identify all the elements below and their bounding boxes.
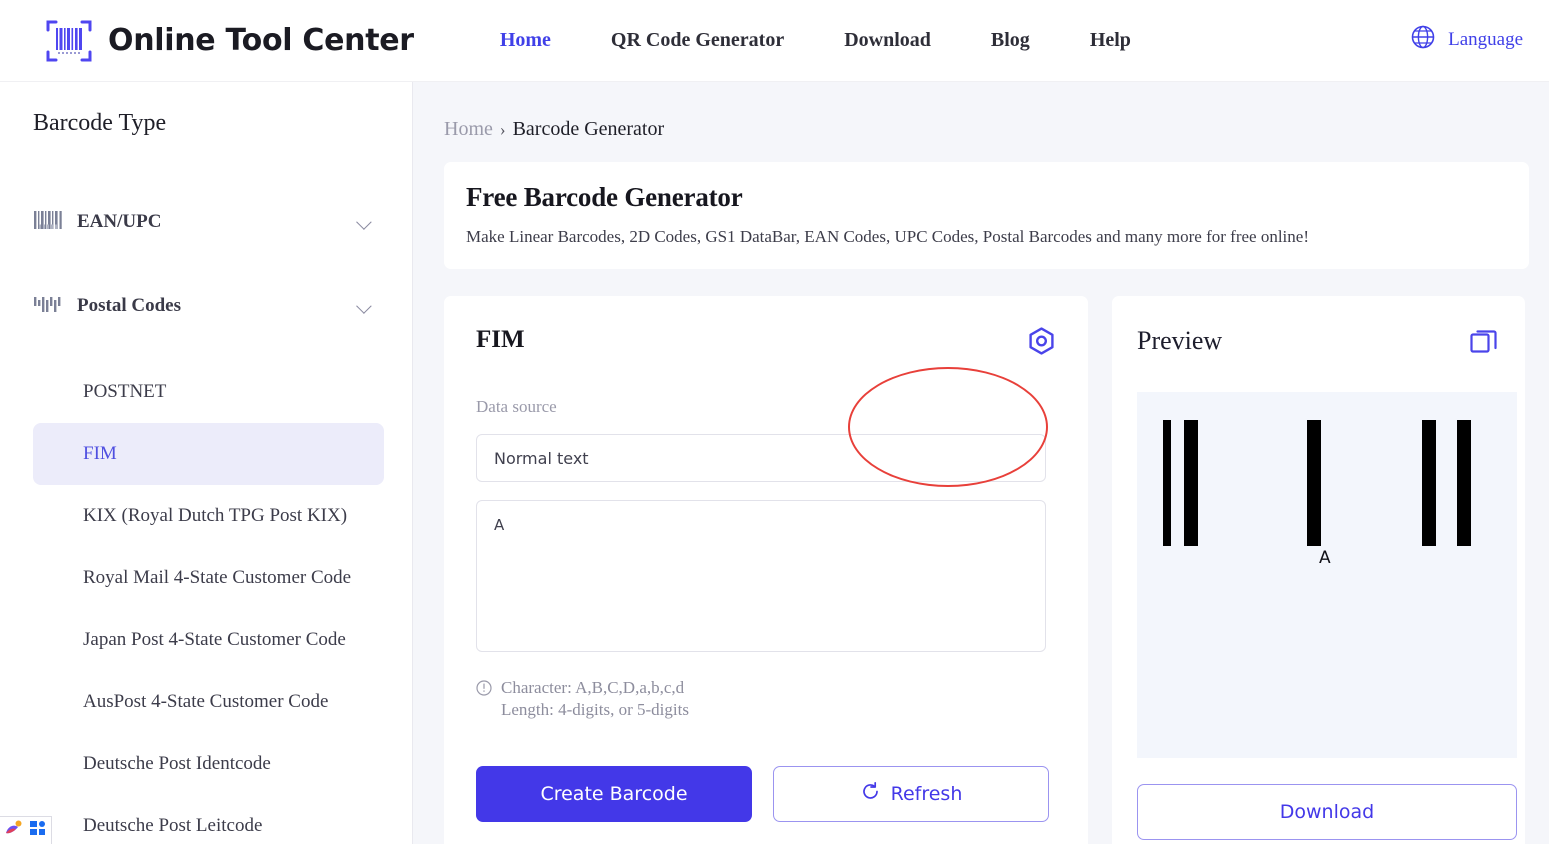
sidebar: Barcode Type EAN/UPC Postal Codes POSTNE… xyxy=(0,82,413,844)
download-button[interactable]: Download xyxy=(1137,784,1517,840)
sidebar-item-fim[interactable]: FIM xyxy=(33,423,384,485)
chevron-down-icon[interactable] xyxy=(356,298,372,314)
sidebar-category-label: Postal Codes xyxy=(77,295,181,316)
refresh-button[interactable]: Refresh xyxy=(773,765,1049,822)
globe-icon xyxy=(1410,24,1436,55)
barcode-4state-icon xyxy=(33,293,63,319)
refresh-icon xyxy=(860,781,881,807)
generator-panel-header: FIM xyxy=(476,326,1058,364)
hexagon-settings-icon[interactable] xyxy=(1025,326,1058,364)
copy-icon[interactable] xyxy=(1468,326,1500,363)
barcode-data-input[interactable]: A xyxy=(476,500,1046,652)
action-buttons: Create Barcode Refresh xyxy=(476,765,1058,822)
barcode-scan-icon xyxy=(44,16,94,66)
barcode-bar xyxy=(1184,420,1198,546)
create-barcode-button[interactable]: Create Barcode xyxy=(476,765,752,822)
nav-item-blog[interactable]: Blog xyxy=(991,29,1030,52)
barcode-bar xyxy=(1457,420,1471,546)
page-subtitle: Make Linear Barcodes, 2D Codes, GS1 Data… xyxy=(466,227,1309,246)
site-header: Online Tool Center Home QR Code Generato… xyxy=(0,0,1549,82)
logo-text: Online Tool Center xyxy=(108,23,414,58)
sidebar-title: Barcode Type xyxy=(33,110,167,136)
page-title: Free Barcode Generator xyxy=(466,182,743,212)
breadcrumb-current: Barcode Generator xyxy=(512,118,665,140)
logo[interactable]: Online Tool Center xyxy=(44,16,414,66)
sidebar-item-royal-mail[interactable]: Royal Mail 4-State Customer Code xyxy=(33,547,384,609)
data-source-label: Data source xyxy=(476,397,557,416)
barcode-bar xyxy=(1163,420,1171,546)
hint-line-length: Length: 4-digits, or 5-digits xyxy=(501,700,689,720)
extension-grid-icon xyxy=(29,819,47,842)
page-title-card: Free Barcode Generator Make Linear Barco… xyxy=(444,162,1529,269)
data-source-value: Normal text xyxy=(494,448,589,468)
generator-title: FIM xyxy=(476,326,525,353)
breadcrumb-home[interactable]: Home xyxy=(444,118,493,141)
sidebar-item-japan-post[interactable]: Japan Post 4-State Customer Code xyxy=(33,609,384,671)
sidebar-item-deutsche-post-leitcode[interactable]: Deutsche Post Leitcode xyxy=(33,795,384,844)
refresh-label: Refresh xyxy=(890,782,963,805)
nav-item-help[interactable]: Help xyxy=(1090,29,1131,52)
language-switcher[interactable]: Language xyxy=(1410,24,1523,55)
preview-panel: Preview A Download xyxy=(1112,296,1525,844)
barcode-preview: A xyxy=(1137,392,1517,758)
input-hint: Character: A,B,C,D,a,b,c,d Length: 4-dig… xyxy=(476,677,1058,722)
input-hint-text: Character: A,B,C,D,a,b,c,d Length: 4-dig… xyxy=(501,677,689,722)
sidebar-item-postnet[interactable]: POSTNET xyxy=(33,361,384,423)
hint-line-character: Character: A,B,C,D,a,b,c,d xyxy=(501,678,685,697)
info-circle-icon xyxy=(476,680,492,701)
sidebar-category-label: EAN/UPC xyxy=(77,211,162,232)
chevron-down-icon[interactable] xyxy=(356,214,372,230)
barcode-bar xyxy=(1422,420,1436,546)
language-label: Language xyxy=(1448,28,1523,50)
barcode-data-value: A xyxy=(494,516,505,534)
panels-row: FIM Data source Normal text A Character:… xyxy=(444,296,1549,844)
browser-extension-badge[interactable] xyxy=(0,816,52,844)
breadcrumb-separator: › xyxy=(499,119,506,139)
barcode-bar xyxy=(1307,420,1321,546)
sidebar-category-ean-upc[interactable]: EAN/UPC xyxy=(33,193,394,251)
sidebar-item-list: POSTNET FIM KIX (Royal Dutch TPG Post KI… xyxy=(0,361,412,844)
main-nav: Home QR Code Generator Download Blog Hel… xyxy=(500,29,1191,52)
barcode-text-label: A xyxy=(1319,548,1331,568)
nav-item-home[interactable]: Home xyxy=(500,29,551,52)
preview-panel-header: Preview xyxy=(1137,326,1500,363)
preview-title: Preview xyxy=(1137,326,1223,355)
sidebar-item-kix[interactable]: KIX (Royal Dutch TPG Post KIX) xyxy=(33,485,384,547)
data-source-select[interactable]: Normal text xyxy=(476,434,1046,482)
main-content: Home › Barcode Generator Free Barcode Ge… xyxy=(413,82,1549,844)
sidebar-category-postal-codes[interactable]: Postal Codes xyxy=(33,277,394,335)
generator-panel: FIM Data source Normal text A Character:… xyxy=(444,296,1088,844)
sidebar-item-auspost[interactable]: AusPost 4-State Customer Code xyxy=(33,671,384,733)
download-row: Download xyxy=(1137,784,1517,840)
barcode-linear-icon xyxy=(33,209,63,235)
extension-blob-icon xyxy=(4,819,24,842)
breadcrumb: Home › Barcode Generator xyxy=(444,118,1549,141)
sidebar-item-deutsche-post-identcode[interactable]: Deutsche Post Identcode xyxy=(33,733,384,795)
nav-item-download[interactable]: Download xyxy=(844,29,931,52)
nav-item-qr-code-generator[interactable]: QR Code Generator xyxy=(611,29,784,52)
